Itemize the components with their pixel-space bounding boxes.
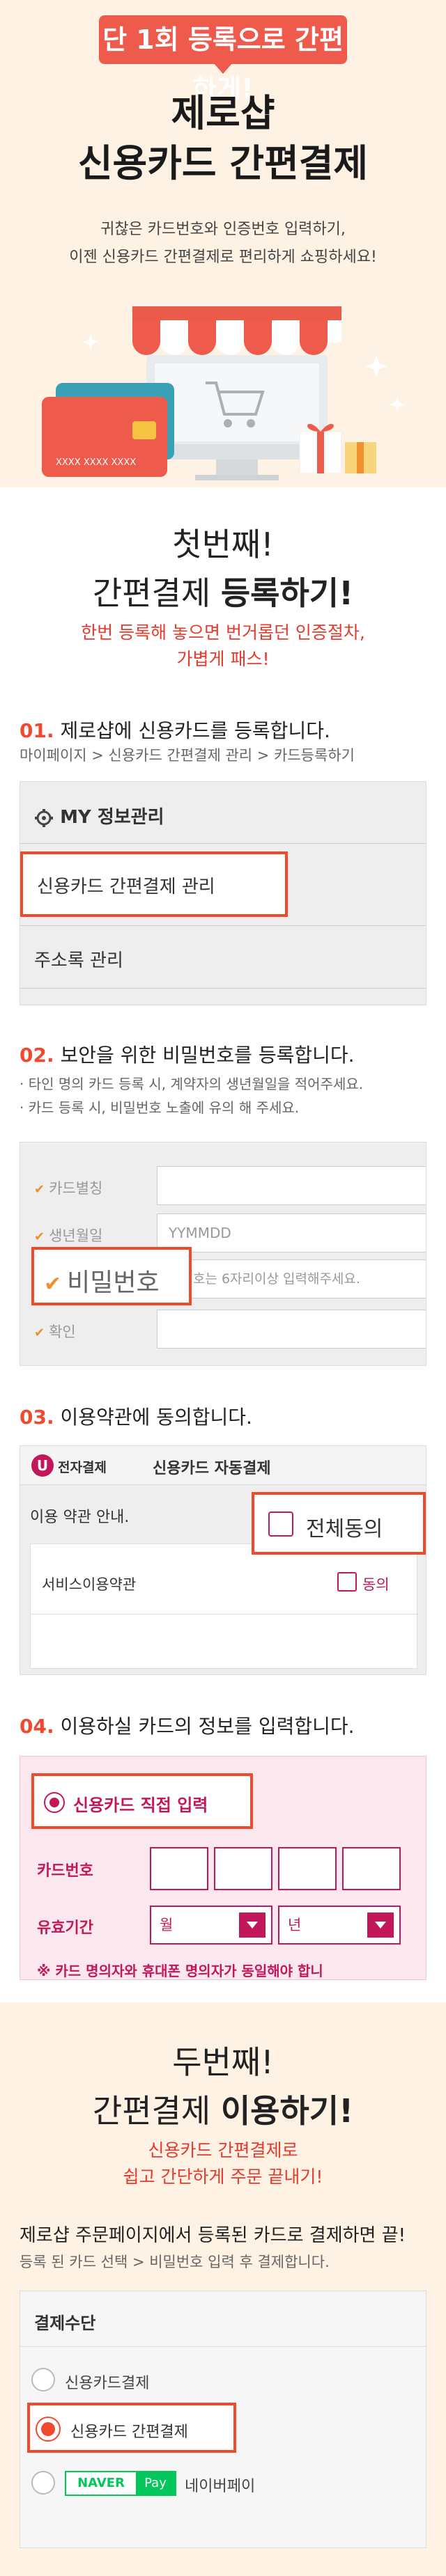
hero-banner: 단 1회 등록으로 간편하게! 제로샵 신용카드 간편결제 귀찮은 카드번호와 …: [0, 0, 446, 487]
card-number-input-2[interactable]: [214, 1847, 272, 1890]
terms-panel: U 전자결제 신용카드 자동결제 이용 약관 안내. 서비스이용약관 동의 전체…: [20, 1445, 426, 1675]
option-card-easy-pay-label: 신용카드 간편결제: [70, 2424, 188, 2441]
section2-step-title: 제로샵 주문페이지에서 등록된 카드로 결제하면 끝!: [20, 2225, 406, 2246]
section1-sub-line1: 한번 등록해 놓으면 번거롭던 인증절차,: [81, 622, 365, 643]
direct-input-label: 신용카드 직접 입력: [73, 1796, 208, 1815]
birth-input[interactable]: YYMMDD: [157, 1214, 426, 1252]
my-info-panel: MY 정보관리 신용카드 간편결제 관리 주소록 관리: [20, 781, 426, 1005]
step1-title: 01. 제로샵에 신용카드를 등록합니다.: [20, 719, 330, 742]
radio-naver-pay[interactable]: [31, 2471, 55, 2495]
password-input[interactable]: 밀번호는 6자리이상 입력해주세요.: [157, 1259, 426, 1298]
agree-all-checkbox[interactable]: 전체동의: [252, 1492, 426, 1555]
step4-title: 04. 이용하실 카드의 정보를 입력합니다.: [20, 1715, 355, 1738]
agree-label: 동의: [362, 1576, 390, 1593]
payment-method-title: 결제수단: [34, 2314, 96, 2333]
section2-head-line1: 두번째!: [172, 2043, 274, 2081]
section2-step-desc: 등록 된 카드 선택 > 비밀번호 입력 후 결제합니다.: [20, 2254, 330, 2270]
menu-item-label: 신용카드 간편결제 관리: [37, 877, 215, 897]
label-birth: ✔ 생년월일: [34, 1227, 103, 1244]
section2-sub-line1: 신용카드 간편결제로: [148, 2140, 298, 2160]
terms-panel-title: 신용카드 자동결제: [153, 1460, 271, 1477]
chevron-down-icon: [367, 1913, 394, 1938]
panel-header: MY 정보관리: [34, 803, 164, 828]
step1-desc: 마이페이지 > 신용카드 간편결제 관리 > 카드등록하기: [20, 747, 355, 764]
terms-notice: 이용 약관 안내.: [30, 1509, 130, 1526]
card-info-panel: 신용카드 직접 입력 카드번호 유효기간 월 년 ※ 카드 명의자와 휴대폰 명…: [20, 1756, 426, 1980]
brand-label: 전자결제: [58, 1460, 107, 1475]
hero-title-line1: 제로샵: [171, 91, 275, 135]
password-callout: ✔ 비밀번호: [31, 1247, 192, 1305]
expiry-year-select[interactable]: 년: [278, 1906, 401, 1945]
agree-checkbox[interactable]: [337, 1572, 357, 1592]
agree-all-label: 전체동의: [306, 1517, 383, 1541]
option-card-easy-pay[interactable]: 신용카드 간편결제: [27, 2403, 236, 2453]
card-number-input-1[interactable]: [150, 1847, 208, 1890]
card-alias-input[interactable]: [157, 1166, 426, 1205]
gear-icon: [35, 808, 53, 827]
radio-selected-icon: [44, 1792, 65, 1813]
radio-card-payment[interactable]: [31, 2368, 55, 2392]
section1-head-line1: 첫번째!: [172, 526, 274, 563]
menu-item-card-easy-pay[interactable]: 신용카드 간편결제 관리: [20, 851, 288, 917]
terms-list: 서비스이용약관 동의: [30, 1544, 418, 1669]
direct-input-option[interactable]: 신용카드 직접 입력: [31, 1773, 253, 1829]
hero-desc-line1: 귀찮은 카드번호와 인증번호 입력하기,: [100, 221, 346, 238]
label-expiry: 유효기간: [37, 1919, 93, 1937]
card-number-input-3[interactable]: [278, 1847, 337, 1890]
expiry-month-select[interactable]: 월: [150, 1906, 272, 1945]
password-confirm-input[interactable]: [157, 1310, 426, 1349]
shopping-illustration-icon: XXXX XXXX XXXX: [42, 306, 405, 480]
naver-pay-logo: NAVER Pay: [65, 2471, 176, 2496]
payment-panel-header: 결제수단: [20, 2291, 426, 2347]
label-card-number: 카드번호: [37, 1862, 93, 1880]
section1-sub-line2: 가볍게 패스!: [176, 649, 270, 669]
chevron-down-icon: [239, 1913, 266, 1938]
section1-head-line2: 간편결제 등록하기!: [92, 574, 354, 612]
step2-desc-line1: · 타인 명의 카드 등록 시, 계약자의 생년월일을 적어주세요.: [20, 1076, 364, 1092]
radio-selected-icon: [36, 2417, 61, 2442]
terms-header: U 전자결제 신용카드 자동결제: [20, 1446, 426, 1485]
step2-desc-line2: · 카드 등록 시, 비밀번호 노출에 유의 해 주세요.: [20, 1099, 300, 1116]
check-icon: ✔: [44, 1272, 62, 1296]
hero-desc-line2: 이젠 신용카드 간편결제로 편리하게 쇼핑하세요!: [69, 249, 377, 266]
section2-sub-line2: 쉽고 간단하게 주문 끝내기!: [123, 2167, 323, 2187]
payment-method-panel: 결제수단 신용카드결제 신용카드 간편결제 NAVER Pay 네이버페이: [20, 2291, 426, 2548]
label-card-alias: ✔ 카드별칭: [34, 1180, 103, 1197]
card-number-text: XXXX XXXX XXXX: [56, 457, 136, 468]
password-register-panel: ✔ 카드별칭 ✔ 생년월일 YYMMDD 밀번호는 6자리이상 입력해주세요. ✔ 확…: [20, 1142, 426, 1366]
u-logo-icon: U: [31, 1454, 54, 1477]
section2-head-line2: 간편결제 이용하기!: [92, 2092, 354, 2130]
card-holder-notice: ※ 카드 명의자와 휴대폰 명의자가 동일해야 합니: [37, 1963, 323, 1979]
option-card-payment-label: 신용카드결제: [65, 2375, 150, 2392]
option-naver-pay-label: 네이버페이: [185, 2478, 256, 2495]
menu-item-address-book[interactable]: 주소록 관리: [34, 946, 123, 972]
hero-title-line2: 신용카드 간편결제: [77, 141, 369, 185]
step2-title: 02. 보안을 위한 비밀번호를 등록합니다.: [20, 1044, 355, 1067]
service-terms-label: 서비스이용약관: [42, 1576, 137, 1593]
label-confirm: ✔ 확인: [34, 1324, 76, 1340]
card-number-input-4[interactable]: [342, 1847, 401, 1890]
step3-title: 03. 이용약관에 동의합니다.: [20, 1406, 252, 1429]
agree-all-box: [268, 1511, 293, 1537]
hero-badge: 단 1회 등록으로 간편하게!: [99, 15, 347, 104]
